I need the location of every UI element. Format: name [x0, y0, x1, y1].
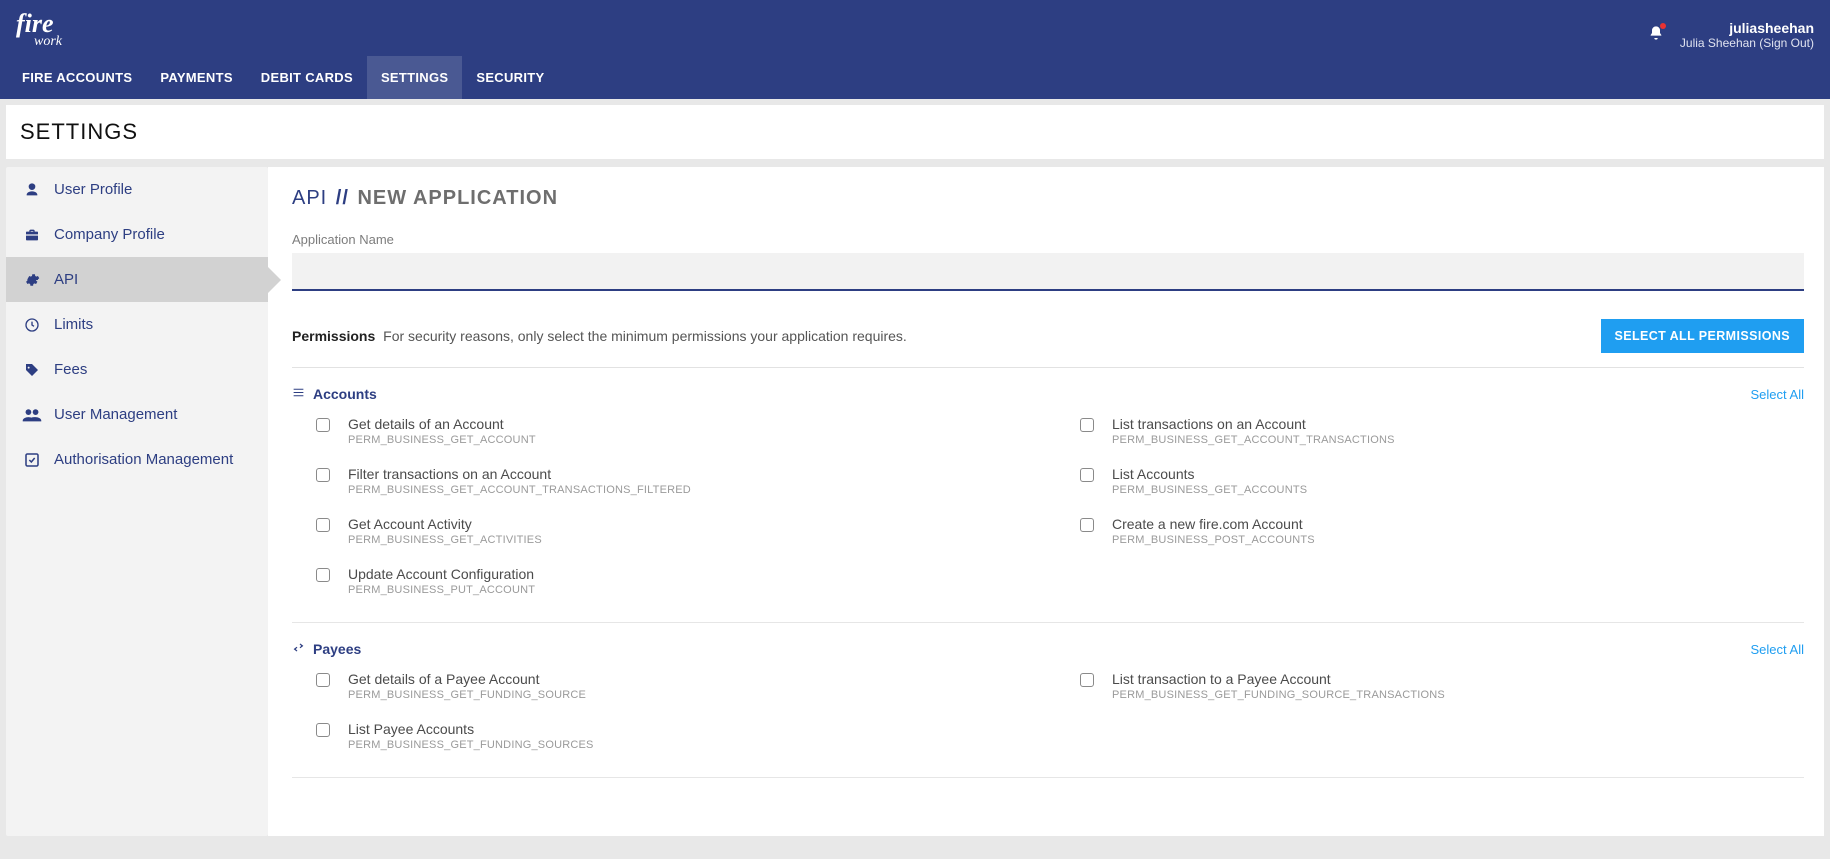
permission-code: PERM_BUSINESS_GET_FUNDING_SOURCE: [348, 689, 586, 701]
permission-code: PERM_BUSINESS_POST_ACCOUNTS: [1112, 534, 1315, 546]
permission-item: List Payee Accounts PERM_BUSINESS_GET_FUN…: [316, 721, 1040, 751]
select-all-link[interactable]: Select All: [1751, 387, 1804, 402]
page-title: SETTINGS: [20, 119, 1810, 145]
permission-item: Update Account Configuration PERM_BUSINES…: [316, 566, 1040, 596]
check-square-icon: [22, 452, 42, 468]
sidebar-item-label: Limits: [54, 316, 93, 333]
permission-item: Filter transactions on an Account PERM_BU…: [316, 466, 1040, 496]
panel-title: API // NEW APPLICATION: [292, 187, 1804, 210]
permission-code: PERM_BUSINESS_PUT_ACCOUNT: [348, 584, 535, 596]
permission-checkbox[interactable]: [316, 568, 330, 582]
select-all-link[interactable]: Select All: [1751, 642, 1804, 657]
permission-code: PERM_BUSINESS_GET_FUNDING_SOURCE_TRANSAC…: [1112, 689, 1445, 701]
permission-checkbox[interactable]: [1080, 468, 1094, 482]
sidebar-item-label: User Profile: [54, 181, 132, 198]
main-nav: FIRE ACCOUNTSPAYMENTSDEBIT CARDSSETTINGS…: [0, 56, 1830, 99]
gear-icon: [22, 272, 42, 288]
divider: [292, 622, 1804, 623]
notifications-bell-icon[interactable]: [1648, 25, 1664, 46]
permission-item: Get details of an Account PERM_BUSINESS_G…: [316, 416, 1040, 446]
user-icon: [22, 182, 42, 198]
permission-group-name: Accounts: [313, 386, 377, 402]
sidebar-item-label: User Management: [54, 406, 177, 423]
sidebar-item[interactable]: Company Profile: [6, 212, 268, 257]
application-name-label: Application Name: [292, 232, 1804, 247]
sidebar-item[interactable]: Limits: [6, 302, 268, 347]
list-icon: [292, 386, 305, 402]
main-panel: API // NEW APPLICATION Application Name …: [268, 167, 1824, 836]
main-nav-item[interactable]: PAYMENTS: [146, 56, 246, 99]
permission-code: PERM_BUSINESS_GET_ACCOUNT_TRANSACTIONS_F…: [348, 484, 691, 496]
page-title-bar: SETTINGS: [6, 105, 1824, 159]
main-nav-item[interactable]: FIRE ACCOUNTS: [8, 56, 146, 99]
users-icon: [22, 407, 42, 423]
permission-group-header: Payees Select All: [292, 641, 1804, 657]
permission-checkbox[interactable]: [1080, 518, 1094, 532]
permission-item: Get Account Activity PERM_BUSINESS_GET_AC…: [316, 516, 1040, 546]
permission-checkbox[interactable]: [316, 468, 330, 482]
permission-title: List transactions on an Account: [1112, 416, 1395, 432]
brand-line2: work: [34, 34, 62, 50]
tag-icon: [22, 362, 42, 378]
permissions-heading: Permissions For security reasons, only s…: [292, 328, 907, 344]
permission-checkbox[interactable]: [316, 723, 330, 737]
select-all-permissions-button[interactable]: SELECT ALL PERMISSIONS: [1601, 319, 1805, 353]
sidebar-item-label: Authorisation Management: [54, 451, 233, 468]
permission-title: List transaction to a Payee Account: [1112, 671, 1445, 687]
topbar: fire work juliasheehan Julia Sheehan (Si…: [0, 0, 1830, 99]
permission-code: PERM_BUSINESS_GET_ACCOUNT: [348, 434, 536, 446]
application-name-input[interactable]: [292, 253, 1804, 291]
divider: [292, 367, 1804, 368]
main-nav-item[interactable]: DEBIT CARDS: [247, 56, 367, 99]
username: juliasheehan: [1729, 20, 1814, 36]
permission-checkbox[interactable]: [316, 418, 330, 432]
sidebar-item[interactable]: User Management: [6, 392, 268, 437]
sidebar-item-label: API: [54, 271, 78, 288]
permission-title: Get Account Activity: [348, 516, 542, 532]
clock-icon: [22, 317, 42, 333]
permission-item: List Accounts PERM_BUSINESS_GET_ACCOUNTS: [1080, 466, 1804, 496]
permission-checkbox[interactable]: [316, 518, 330, 532]
permission-code: PERM_BUSINESS_GET_ACCOUNT_TRANSACTIONS: [1112, 434, 1395, 446]
divider: [292, 777, 1804, 778]
permission-code: PERM_BUSINESS_GET_ACCOUNTS: [1112, 484, 1307, 496]
permission-item: List transaction to a Payee Account PERM_…: [1080, 671, 1804, 701]
permission-title: Update Account Configuration: [348, 566, 535, 582]
brand-line1: fire: [16, 12, 54, 35]
transfer-icon: [292, 641, 305, 657]
permission-title: Get details of an Account: [348, 416, 536, 432]
sidebar-item[interactable]: User Profile: [6, 167, 268, 212]
main-nav-item[interactable]: SETTINGS: [367, 56, 462, 99]
permission-grid: Get details of an Account PERM_BUSINESS_G…: [292, 416, 1804, 596]
sidebar-item-label: Company Profile: [54, 226, 165, 243]
sidebar-item[interactable]: API: [6, 257, 268, 302]
permission-checkbox[interactable]: [1080, 673, 1094, 687]
permission-code: PERM_BUSINESS_GET_FUNDING_SOURCES: [348, 739, 594, 751]
notification-dot: [1660, 23, 1666, 29]
sidebar-item[interactable]: Fees: [6, 347, 268, 392]
permission-item: List transactions on an Account PERM_BUSI…: [1080, 416, 1804, 446]
permission-item: Get details of a Payee Account PERM_BUSIN…: [316, 671, 1040, 701]
permission-title: List Accounts: [1112, 466, 1307, 482]
permission-grid: Get details of a Payee Account PERM_BUSIN…: [292, 671, 1804, 751]
permission-item: Create a new fire.com Account PERM_BUSINE…: [1080, 516, 1804, 546]
sidebar-item-label: Fees: [54, 361, 87, 378]
permission-code: PERM_BUSINESS_GET_ACTIVITIES: [348, 534, 542, 546]
permission-title: Filter transactions on an Account: [348, 466, 691, 482]
sidebar-item[interactable]: Authorisation Management: [6, 437, 268, 482]
permission-group-header: Accounts Select All: [292, 386, 1804, 402]
brand-logo[interactable]: fire work: [16, 0, 81, 56]
permission-group-name: Payees: [313, 641, 361, 657]
settings-sidebar: User Profile Company Profile API Limits Fees…: [6, 167, 268, 836]
permission-title: Create a new fire.com Account: [1112, 516, 1315, 532]
permission-checkbox[interactable]: [316, 673, 330, 687]
permission-title: Get details of a Payee Account: [348, 671, 586, 687]
sign-out-link[interactable]: Julia Sheehan (Sign Out): [1680, 36, 1814, 50]
briefcase-icon: [22, 227, 42, 243]
main-nav-item[interactable]: SECURITY: [462, 56, 558, 99]
permission-checkbox[interactable]: [1080, 418, 1094, 432]
permission-title: List Payee Accounts: [348, 721, 594, 737]
